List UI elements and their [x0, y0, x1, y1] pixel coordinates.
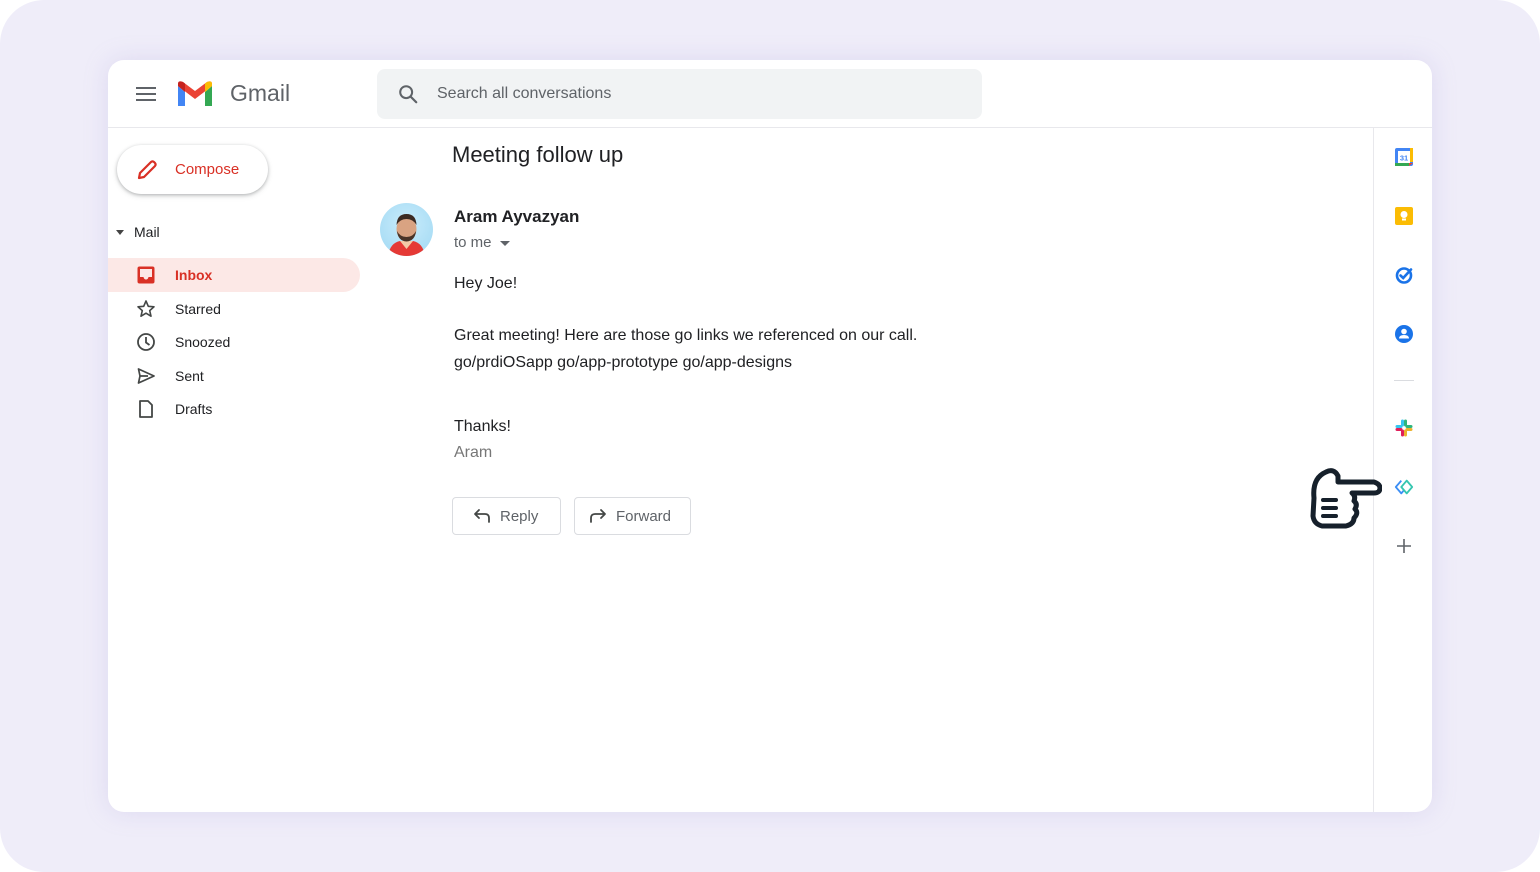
keep-icon[interactable]	[1394, 206, 1414, 226]
calendar-icon[interactable]: 31	[1394, 147, 1414, 167]
inbox-icon	[137, 266, 155, 284]
nav-label: Sent	[175, 367, 204, 384]
calendar-day: 31	[1400, 154, 1408, 163]
greeting: Hey Joe!	[454, 275, 518, 292]
brand-name: Gmail	[230, 80, 291, 106]
nav-label: Drafts	[175, 401, 213, 418]
reply-label: Reply	[500, 508, 539, 525]
star-icon	[137, 299, 155, 317]
caret-down-icon	[116, 229, 124, 235]
golinks-icon[interactable]	[1394, 477, 1414, 497]
menu-bar	[136, 99, 156, 101]
main-menu-button[interactable]	[134, 84, 158, 104]
reply-icon	[474, 509, 490, 523]
nav-item-snoozed[interactable]: Snoozed	[108, 325, 360, 359]
recipient-label: to me	[454, 234, 492, 251]
add-icon[interactable]	[1394, 536, 1414, 556]
menu-bar	[136, 87, 156, 89]
mail-nav: Inbox Starred Snoozed Sent Drafts	[108, 258, 360, 426]
rail-divider	[1394, 380, 1414, 381]
sender-avatar[interactable]	[380, 203, 433, 256]
forward-icon	[590, 509, 606, 523]
tasks-icon[interactable]	[1394, 265, 1414, 285]
caret-down-icon	[499, 240, 510, 246]
nav-item-inbox[interactable]: Inbox	[108, 258, 360, 292]
contacts-icon[interactable]	[1394, 324, 1414, 344]
mail-section-toggle[interactable]: Mail	[116, 224, 160, 240]
search-icon[interactable]	[397, 83, 419, 105]
header: Gmail	[108, 60, 1432, 128]
gmail-window: Gmail Compose Mail Inbox	[108, 60, 1432, 812]
gmail-logo-icon[interactable]	[176, 80, 214, 108]
email-body: Hey Joe! Great meeting! Here are those g…	[454, 270, 917, 466]
slack-icon[interactable]	[1394, 418, 1414, 438]
forward-label: Forward	[616, 508, 672, 525]
search-input[interactable]	[437, 69, 957, 119]
compose-label: Compose	[175, 161, 240, 178]
closing: Thanks!	[454, 418, 511, 435]
recipient-details-toggle[interactable]: to me	[454, 234, 510, 251]
clock-icon	[137, 333, 155, 352]
reply-button[interactable]: Reply	[452, 497, 561, 535]
signature: Aram	[454, 444, 493, 461]
nav-label: Starred	[175, 300, 221, 317]
draft-icon	[139, 400, 153, 419]
nav-item-sent[interactable]: Sent	[108, 359, 360, 393]
nav-label: Inbox	[175, 267, 213, 283]
nav-item-starred[interactable]: Starred	[108, 292, 360, 326]
mail-section-label: Mail	[134, 224, 160, 240]
menu-bar	[136, 93, 156, 95]
nav-label: Snoozed	[175, 334, 231, 351]
body-line: Great meeting! Here are those go links w…	[454, 327, 918, 344]
sender-name: Aram Ayvazyan	[454, 207, 580, 226]
go-links[interactable]: go/prdiOSapp go/app-prototype go/app-des…	[454, 349, 917, 376]
email-view: Meeting follow up Aram Ayvazyan to me He…	[370, 128, 1370, 812]
send-icon	[137, 367, 155, 384]
search-bar	[377, 69, 982, 119]
pencil-icon	[137, 160, 157, 180]
pointing-hand-icon	[1310, 468, 1382, 529]
compose-button[interactable]: Compose	[117, 145, 268, 194]
nav-item-drafts[interactable]: Drafts	[108, 392, 360, 426]
email-subject: Meeting follow up	[452, 142, 624, 167]
avatar-photo	[388, 214, 425, 256]
forward-button[interactable]: Forward	[574, 497, 691, 535]
sidebar: Compose Mail Inbox Starred Snoozed Sent …	[108, 128, 368, 812]
